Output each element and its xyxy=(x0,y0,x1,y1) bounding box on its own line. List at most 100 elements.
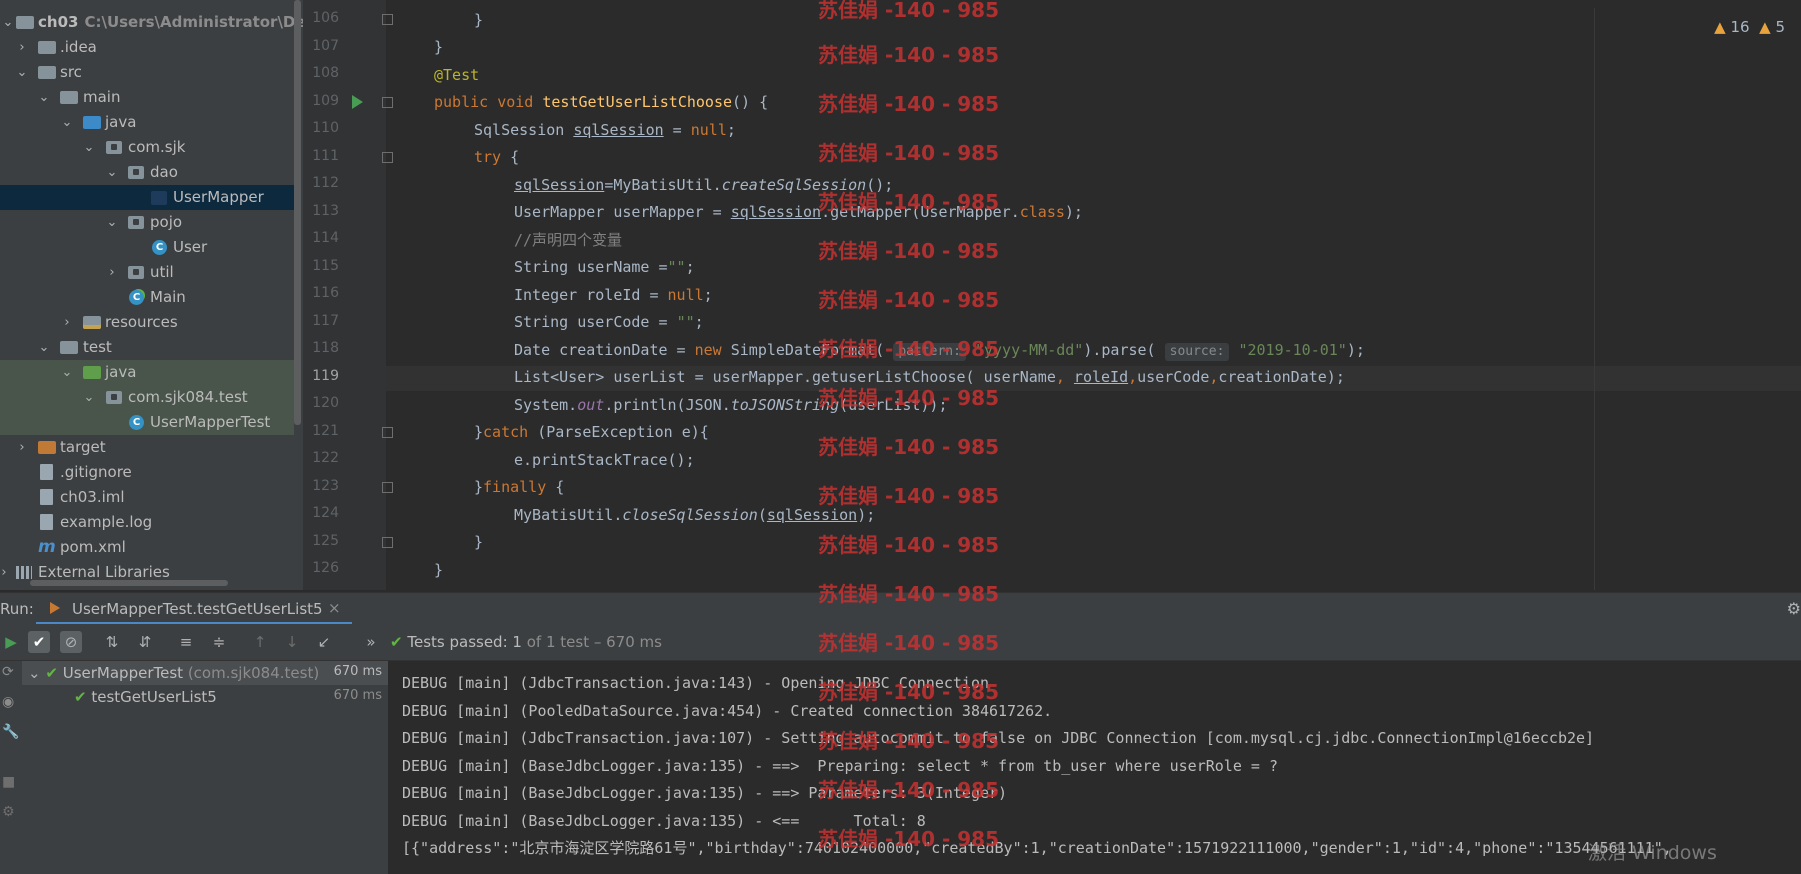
chevron-down-icon[interactable]: ⌄ xyxy=(106,210,118,235)
watermark-text: 苏佳娟 -140 - 985 xyxy=(818,582,999,606)
chevron-down-icon[interactable]: ⌄ xyxy=(16,60,28,85)
tree-item-label: java xyxy=(105,363,137,381)
stop-icon[interactable]: ⟳ xyxy=(2,664,14,680)
chevron-down-icon[interactable]: ⌄ xyxy=(83,385,95,410)
tree-item-test-java[interactable]: ⌄ java xyxy=(0,360,294,385)
line-number: 111 xyxy=(312,148,339,164)
test-class-icon: C xyxy=(129,415,144,430)
chevron-right-icon[interactable]: › xyxy=(61,310,73,335)
run-tab-title[interactable]: UserMapperTest.testGetUserList5 xyxy=(72,600,323,618)
folder-icon xyxy=(38,66,56,79)
watermark-text: 苏佳娟 -140 - 985 xyxy=(818,631,999,655)
test-class-name: UserMapperTest xyxy=(62,664,184,682)
chevron-right-icon[interactable]: › xyxy=(0,560,10,585)
fold-marker-icon[interactable] xyxy=(382,537,393,548)
line-number: 116 xyxy=(312,285,339,301)
run-label: Run: xyxy=(0,600,34,618)
line-number: 120 xyxy=(312,395,339,411)
chevron-right-icon[interactable]: › xyxy=(16,35,28,60)
next-failed-icon[interactable]: ↓ xyxy=(281,631,303,653)
chevron-down-icon[interactable]: ⌄ xyxy=(2,10,14,35)
fold-marker-icon[interactable] xyxy=(382,97,393,108)
show-passed-icon[interactable]: ✔ xyxy=(28,631,50,653)
tree-item-label: dao xyxy=(150,163,178,181)
expand-all-icon[interactable]: ≡ xyxy=(175,631,197,653)
tree-item-label: .gitignore xyxy=(60,463,132,481)
test-row-method[interactable]: ✔ testGetUserList5 670 ms xyxy=(74,688,382,706)
test-passed-icon: ✔ xyxy=(45,664,58,682)
tree-item-label: example.log xyxy=(60,513,153,531)
tree-item-label: src xyxy=(60,63,82,81)
camera-icon[interactable]: ◉ xyxy=(2,694,14,710)
project-vertical-scrollbar[interactable] xyxy=(294,0,301,425)
tree-root-ch03[interactable]: ⌄ ch03 C:\Users\Administrator\Deskto xyxy=(0,10,303,35)
test-passed-icon: ✔ xyxy=(74,688,87,706)
sort-alphabetically-icon[interactable]: ⇅ xyxy=(101,631,123,653)
right-margin-guide xyxy=(1594,8,1595,590)
previous-failed-icon[interactable]: ↑ xyxy=(249,631,271,653)
weak-warnings-count: 5 xyxy=(1775,18,1785,36)
tree-item-java[interactable]: ⌄ java xyxy=(0,110,294,135)
code-line-121: }catch (ParseException e){ xyxy=(474,423,709,441)
tree-item-target[interactable]: › target xyxy=(0,435,294,460)
chevron-down-icon[interactable]: ⌄ xyxy=(106,160,118,185)
gear-icon[interactable]: ⚙ xyxy=(1787,599,1801,618)
tree-item-label: ch03.iml xyxy=(60,488,125,506)
line-number: 107 xyxy=(312,38,339,54)
rerun-icon[interactable]: ▶ xyxy=(0,631,22,653)
tree-item-label: .idea xyxy=(60,38,97,56)
show-ignored-icon[interactable]: ⊘ xyxy=(60,631,82,653)
tree-item-iml[interactable]: ch03.iml xyxy=(0,485,294,510)
watermark-text: 苏佳娟 -140 - 985 xyxy=(818,827,999,851)
tree-item-example-log[interactable]: example.log xyxy=(0,510,294,535)
tree-item-label: resources xyxy=(105,313,178,331)
export-results-icon[interactable]: ↙ xyxy=(313,631,335,653)
tree-item-usermapper[interactable]: UserMapper xyxy=(0,185,294,210)
wrench-icon[interactable]: 🔧 xyxy=(2,724,19,740)
tree-item-label: UserMapper xyxy=(173,188,264,206)
tree-item-label: UserMapperTest xyxy=(150,413,271,431)
close-tab-icon[interactable]: × xyxy=(328,599,341,617)
tree-item-label: java xyxy=(105,113,137,131)
fold-marker-icon[interactable] xyxy=(382,152,393,163)
chevron-down-icon[interactable]: ⌄ xyxy=(28,664,41,682)
tree-item-test[interactable]: ⌄ test xyxy=(0,335,294,360)
project-horizontal-scrollbar[interactable] xyxy=(30,580,228,586)
chevron-down-icon[interactable]: ⌄ xyxy=(83,135,95,160)
tree-item-src[interactable]: ⌄ src xyxy=(0,60,294,85)
tree-item-gitignore[interactable]: .gitignore xyxy=(0,460,294,485)
code-line-126: } xyxy=(434,561,444,579)
chevron-right-icon[interactable]: › xyxy=(16,435,28,460)
fold-marker-icon[interactable] xyxy=(382,14,393,25)
tree-item-pom[interactable]: m pom.xml xyxy=(0,535,294,560)
tree-item-main-class[interactable]: C Main xyxy=(0,285,294,310)
tree-item-util[interactable]: › util xyxy=(0,260,294,285)
chevron-down-icon[interactable]: ⌄ xyxy=(61,110,73,135)
test-row-class[interactable]: ⌄ ✔ UserMapperTest (com.sjk084.test) 670… xyxy=(28,664,382,682)
tree-item-user[interactable]: C User xyxy=(0,235,294,260)
line-number: 122 xyxy=(312,450,339,466)
fold-marker-icon[interactable] xyxy=(382,482,393,493)
tree-item-dao[interactable]: ⌄ dao xyxy=(0,160,294,185)
tree-item-resources[interactable]: › resources xyxy=(0,310,294,335)
chevron-down-icon[interactable]: ⌄ xyxy=(38,335,50,360)
tree-item-main[interactable]: ⌄ main xyxy=(0,85,294,110)
chevron-down-icon[interactable]: ⌄ xyxy=(38,85,50,110)
tree-item-pojo[interactable]: ⌄ pojo xyxy=(0,210,294,235)
chevron-right-icon[interactable]: › xyxy=(106,260,118,285)
settings-icon[interactable]: ⚙ xyxy=(2,804,15,820)
collapse-all-icon[interactable]: ≑ xyxy=(208,631,230,653)
tree-item-idea[interactable]: › .idea xyxy=(0,35,294,60)
stop-square-icon[interactable]: ■ xyxy=(2,774,15,790)
line-number: 115 xyxy=(312,258,339,274)
fold-marker-icon[interactable] xyxy=(382,427,393,438)
tree-item-label: User xyxy=(173,238,208,256)
tree-item-com-sjk[interactable]: ⌄ com.sjk xyxy=(0,135,294,160)
inspection-widget[interactable]: ▲ 16 ▲ 5 xyxy=(1714,18,1785,36)
chevron-down-icon[interactable]: ⌄ xyxy=(61,360,73,385)
tree-item-usermappertest[interactable]: C UserMapperTest xyxy=(0,410,294,435)
sort-by-duration-icon[interactable]: ⇵ xyxy=(134,631,156,653)
more-actions-icon[interactable]: » xyxy=(360,631,382,653)
tree-item-com-sjk084-test[interactable]: ⌄ com.sjk084.test xyxy=(0,385,294,410)
run-test-gutter-icon[interactable] xyxy=(352,95,363,109)
